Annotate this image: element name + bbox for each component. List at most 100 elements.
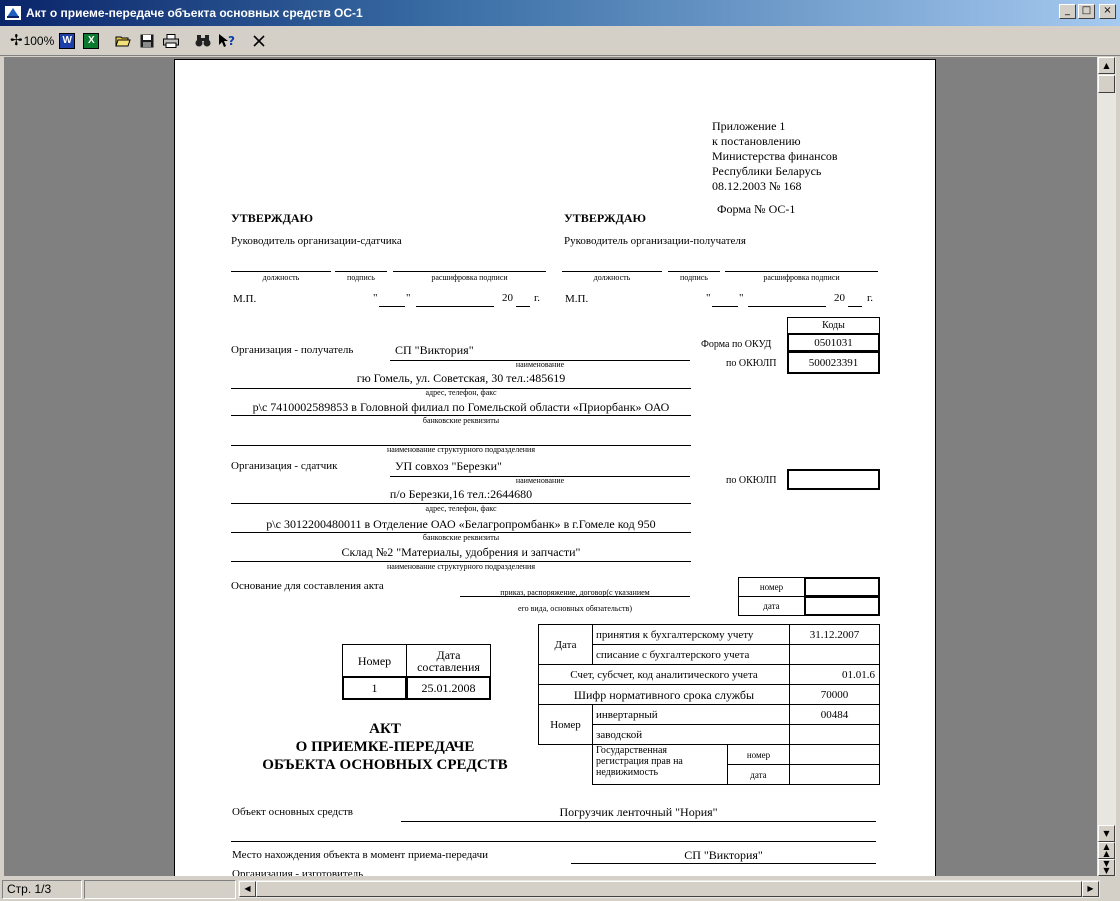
scroll-down-button[interactable]: ▼ <box>1098 825 1115 842</box>
page-down-button[interactable]: ▼ ▼ <box>1098 859 1115 876</box>
floppy-disk-icon <box>140 34 154 47</box>
cipher-label: Шифр нормативного срока службы <box>538 684 790 705</box>
cap-decoding: расшифровка подписи <box>431 273 508 282</box>
okulp-label: по ОКЮЛП <box>726 358 777 369</box>
year-prefix: 20 <box>834 292 845 304</box>
doc-date-header-line: составления <box>417 659 480 674</box>
sender-label: Организация - сдатчик <box>231 460 338 472</box>
inventory-value: 00484 <box>789 704 880 725</box>
cap-unit: наименование структурного подразделения <box>386 562 535 571</box>
open-button[interactable] <box>112 30 134 52</box>
receiver-address: гю Гомель, ул. Советская, 30 тел.:485619 <box>356 371 566 385</box>
mp-left: М.П. <box>233 293 257 305</box>
scroll-up-button[interactable]: ▲ <box>1098 57 1115 74</box>
year-prefix: 20 <box>502 292 513 304</box>
state-reg-date-value <box>789 764 880 785</box>
factory-label: заводской <box>592 724 790 745</box>
cap-bank: банковские реквизиты <box>422 416 500 425</box>
sender-name: УП совхоз "Березки" <box>395 459 502 473</box>
scroll-right-button[interactable]: ▶ <box>1082 881 1099 897</box>
state-reg-label: Государственная регистрация прав на недв… <box>592 744 728 785</box>
date-group-label: Дата <box>538 624 593 665</box>
okud-value: 0501031 <box>787 333 880 352</box>
app-icon <box>4 4 22 22</box>
cap-unit: наименование структурного подразделения <box>386 445 535 454</box>
appendix-line: 08.12.2003 № 168 <box>712 179 802 193</box>
okulp-value-sender <box>787 469 880 490</box>
basis-number-value <box>804 577 880 597</box>
doc-number-header: Номер <box>342 644 407 677</box>
scroll-left-button[interactable]: ◀ <box>239 881 256 897</box>
doc-date-value: 25.01.2008 <box>406 676 491 700</box>
save-button[interactable] <box>136 30 158 52</box>
minimize-button[interactable]: _ <box>1059 4 1076 19</box>
svg-text:?: ? <box>228 34 235 48</box>
hscroll-thumb[interactable] <box>256 881 1082 897</box>
cap-name: наименование <box>515 476 565 485</box>
sender-address: п/о Березки,16 тел.:2644680 <box>389 487 533 501</box>
cap-address: адрес, телефон, факс <box>425 388 497 397</box>
folder-open-icon <box>115 36 131 46</box>
print-button[interactable] <box>160 30 182 52</box>
help-button[interactable]: ? <box>216 30 238 52</box>
export-word-button[interactable]: W <box>56 30 78 52</box>
scroll-thumb[interactable] <box>1098 75 1115 93</box>
maximize-button[interactable]: □ <box>1078 4 1095 19</box>
receiver-bank: р\с 7410002589853 в Головной филиал по Г… <box>252 400 670 414</box>
zoom-button[interactable]: ✢ 100% <box>10 30 54 52</box>
object-label: Объект основных средств <box>232 806 353 818</box>
state-reg-date-label: дата <box>727 764 790 785</box>
page-indicator: Стр. 1/3 <box>2 880 82 899</box>
factory-value <box>789 724 880 745</box>
title-bar: Акт о приеме-передаче объекта основных с… <box>0 0 1120 26</box>
help-pointer-icon: ? <box>219 33 235 48</box>
quote: " <box>706 292 711 304</box>
quote: " <box>373 292 378 304</box>
receiver-name: СП "Виктория" <box>395 343 474 357</box>
act-title-line: О ПРИЕМКЕ-ПЕРЕДАЧЕ <box>295 739 475 755</box>
location-label: Место нахождения объекта в момент приема… <box>232 849 489 861</box>
basis-date-label: дата <box>738 596 805 616</box>
writeoff-value <box>789 644 880 665</box>
horizontal-scrollbar[interactable]: ◀ ▶ <box>238 880 1100 898</box>
preview-area[interactable]: Приложение 1 к постановлению Министерств… <box>4 57 1097 876</box>
toolbar: ✢ 100% W X ? <box>0 26 1120 56</box>
account-value: 01.01.6 <box>789 664 880 685</box>
state-reg-line: Государственная <box>596 745 668 756</box>
close-icon <box>253 34 265 47</box>
receiver-label: Организация - получатель <box>231 344 354 356</box>
page-up-button[interactable]: ▲ ▲ <box>1098 842 1115 859</box>
cap-name: наименование <box>515 360 565 369</box>
appendix-line: к постановлению <box>712 134 801 148</box>
doc-number-value: 1 <box>342 676 407 700</box>
cap-address: адрес, телефон, факс <box>425 504 497 513</box>
doc-date-header-line: Дата <box>436 647 461 662</box>
state-reg-line: регистрация прав на <box>596 756 683 767</box>
state-reg-number-value <box>789 744 880 765</box>
status-bar: Стр. 1/3 ◀ ▶ <box>0 878 1120 901</box>
printer-icon <box>163 33 180 48</box>
object-value: Погрузчик ленточный "Нория" <box>559 805 718 819</box>
find-button[interactable] <box>192 30 214 52</box>
appendix-line: Министерства финансов <box>712 149 838 163</box>
accepted-value: 31.12.2007 <box>789 624 880 645</box>
export-excel-button[interactable]: X <box>80 30 102 52</box>
close-button[interactable]: × <box>1099 4 1116 19</box>
accepted-label: принятия к бухгалтерскому учету <box>592 624 790 645</box>
act-title-line: ОБЪЕКТА ОСНОВНЫХ СРЕДСТВ <box>262 757 508 773</box>
inventory-label: инвертарный <box>592 704 790 725</box>
cap-decoding: расшифровка подписи <box>763 273 840 282</box>
cap-signature: подпись <box>680 273 708 282</box>
window-title: Акт о приеме-передаче объекта основных с… <box>26 6 363 20</box>
cap-position: должность <box>262 273 300 282</box>
cap-position: должность <box>593 273 631 282</box>
codes-header: Коды <box>787 317 880 334</box>
vertical-scrollbar[interactable]: ▲ ▼ ▲ ▲ ▼ ▼ <box>1097 57 1116 876</box>
basis-date-value <box>804 596 880 616</box>
zoom-label: 100% <box>23 33 55 48</box>
basis-caption: его вида, основных обязательств) <box>517 604 632 613</box>
close-preview-button[interactable] <box>248 30 270 52</box>
appendix-line: Приложение 1 <box>712 119 786 133</box>
year-suffix: г. <box>534 292 541 304</box>
okulp-label-sender: по ОКЮЛП <box>726 475 777 486</box>
